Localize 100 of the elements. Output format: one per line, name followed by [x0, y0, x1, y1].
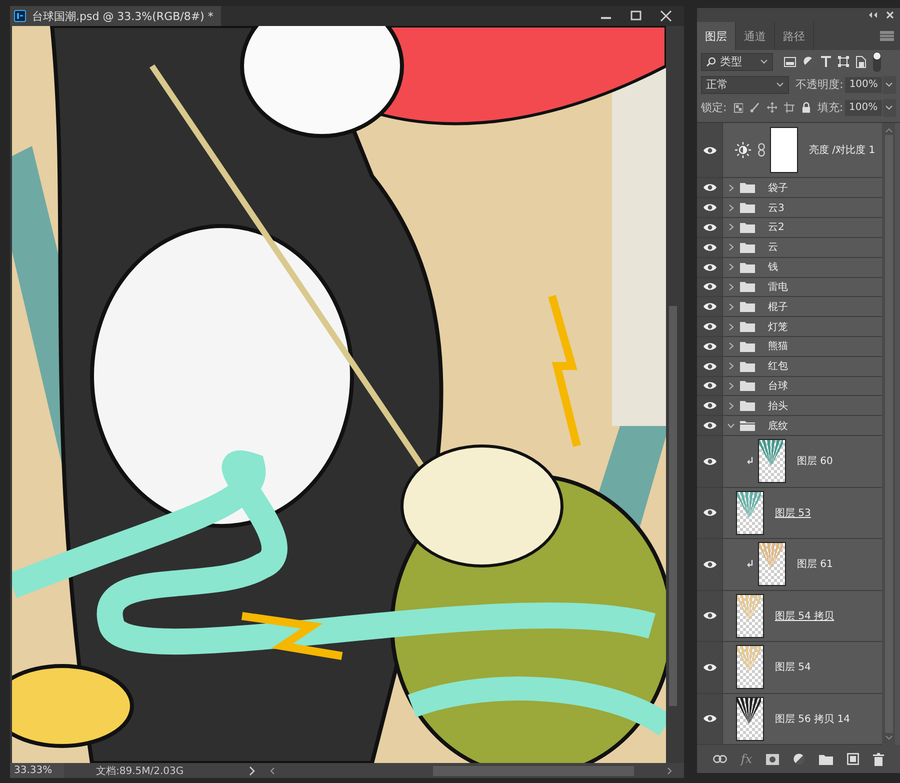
layer-row[interactable]: 云2: [723, 218, 882, 237]
layer-row[interactable]: 云3: [723, 198, 882, 218]
layer-row[interactable]: 红包: [723, 356, 882, 376]
opacity-field[interactable]: 100%: [845, 76, 882, 92]
layer-row[interactable]: 亮度 /对比度 1: [723, 123, 882, 178]
filter-toggle[interactable]: [873, 52, 881, 72]
link-icon: [758, 143, 765, 158]
smart-object-icon[interactable]: [856, 56, 866, 68]
eye-icon[interactable]: [702, 342, 716, 351]
fill-dropdown-button[interactable]: [882, 98, 896, 116]
chevron-right-icon[interactable]: [727, 263, 735, 272]
layer-row[interactable]: 图层 53: [723, 488, 882, 538]
caret-icon: [885, 82, 894, 88]
layer-row[interactable]: 台球: [723, 376, 882, 396]
document-info: 文档:89.5M/2.03G: [95, 764, 185, 778]
eye-icon[interactable]: [702, 714, 716, 724]
layer-row[interactable]: 袋子: [723, 178, 882, 198]
layer-row[interactable]: 抬头: [723, 396, 882, 416]
folder-icon: [740, 202, 755, 214]
transform-icon[interactable]: [838, 56, 849, 67]
chevron-right-icon[interactable]: [727, 204, 735, 212]
layer-row[interactable]: 图层 60: [723, 436, 882, 487]
panel-tab[interactable]: 图层: [697, 22, 736, 50]
layer-row[interactable]: 图层 61: [723, 539, 882, 590]
eye-icon[interactable]: [702, 242, 716, 252]
eye-icon[interactable]: [702, 456, 716, 466]
collapse-icon[interactable]: [868, 11, 878, 19]
layer-row[interactable]: 图层 54: [723, 642, 882, 693]
brush-icon[interactable]: [750, 102, 760, 113]
fill-field[interactable]: 100%: [845, 100, 882, 116]
close-icon[interactable]: [886, 11, 894, 19]
new-layer-icon[interactable]: [847, 753, 860, 765]
horizontal-scrollbar[interactable]: [268, 766, 674, 776]
scroll-down-icon[interactable]: [884, 735, 892, 741]
layer-effects-button[interactable]: fx: [740, 752, 752, 766]
layer-row[interactable]: 灯笼: [723, 317, 882, 336]
eye-icon[interactable]: [702, 146, 716, 155]
eye-icon[interactable]: [702, 421, 716, 430]
chevron-down-icon[interactable]: [727, 422, 735, 430]
folder-icon[interactable]: [819, 754, 834, 764]
zoom-level[interactable]: 33.33%: [10, 763, 64, 778]
half-circle-icon[interactable]: [803, 56, 814, 67]
layer-row[interactable]: 雷电: [723, 278, 882, 296]
eye-icon[interactable]: [702, 282, 716, 292]
layer-name: 钱: [768, 261, 778, 274]
eye-icon[interactable]: [702, 611, 716, 620]
layer-row[interactable]: 熊猫: [723, 336, 882, 356]
layer-row[interactable]: 底纹: [723, 416, 882, 436]
chevron-right-icon[interactable]: [727, 402, 735, 410]
link-layers-icon[interactable]: [712, 755, 727, 763]
chevron-right-icon[interactable]: [727, 342, 735, 350]
trash-icon[interactable]: [873, 752, 884, 766]
scroll-up-icon[interactable]: [884, 127, 892, 133]
eye-icon[interactable]: [702, 203, 716, 212]
mask-icon[interactable]: [766, 754, 780, 764]
layer-row[interactable]: 棍子: [723, 297, 882, 316]
folder-icon: [740, 262, 755, 273]
eye-icon[interactable]: [702, 262, 716, 272]
layer-name: 云2: [768, 221, 784, 234]
opacity-dropdown-button[interactable]: [882, 76, 896, 94]
checkerboard-icon[interactable]: [734, 102, 744, 112]
move-icon[interactable]: [766, 102, 778, 113]
chevron-right-icon[interactable]: [727, 243, 735, 252]
folder-icon: [740, 420, 755, 432]
eye-icon[interactable]: [702, 508, 716, 518]
eye-icon[interactable]: [702, 362, 716, 371]
eye-icon[interactable]: [702, 662, 716, 672]
artboard-icon[interactable]: [784, 102, 795, 113]
layer-row[interactable]: 图层 56 拷贝 14: [723, 694, 882, 744]
eye-icon[interactable]: [702, 183, 716, 192]
chevron-right-icon[interactable]: [727, 302, 735, 311]
layer-row[interactable]: 图层 54 拷贝: [723, 590, 882, 642]
chevron-right-icon[interactable]: [727, 223, 735, 232]
eye-icon[interactable]: [702, 302, 716, 312]
eye-icon[interactable]: [702, 381, 716, 390]
layer-name: 红包: [768, 360, 788, 374]
eye-icon[interactable]: [702, 401, 716, 410]
chevron-right-icon[interactable]: [727, 282, 735, 291]
chevron-right-icon[interactable]: [727, 382, 735, 390]
chevron-right-icon[interactable]: [727, 362, 735, 370]
layer-name: 棍子: [768, 300, 788, 314]
adjustment-icon[interactable]: [793, 753, 806, 765]
chevron-right-icon[interactable]: [727, 322, 735, 331]
folder-icon: [740, 321, 755, 332]
layer-mask-thumbnail: [770, 127, 798, 174]
layer-name: 熊猫: [768, 340, 788, 354]
layer-name: 雷电: [768, 280, 788, 294]
layer-row[interactable]: 钱: [723, 258, 882, 277]
filter-dropdown[interactable]: 类型: [701, 52, 773, 70]
eye-icon[interactable]: [702, 222, 716, 232]
eye-icon[interactable]: [702, 322, 716, 332]
layer-name: 底纹: [768, 420, 788, 433]
eye-icon[interactable]: [702, 560, 716, 569]
type-icon[interactable]: [821, 56, 831, 67]
layers-scrollbar[interactable]: [882, 123, 895, 745]
image-icon[interactable]: [784, 56, 796, 66]
lock-icon[interactable]: [802, 102, 810, 113]
layer-row[interactable]: 云: [723, 238, 882, 257]
blend-mode-dropdown[interactable]: 正常: [701, 76, 789, 94]
chevron-right-icon[interactable]: [727, 184, 735, 192]
